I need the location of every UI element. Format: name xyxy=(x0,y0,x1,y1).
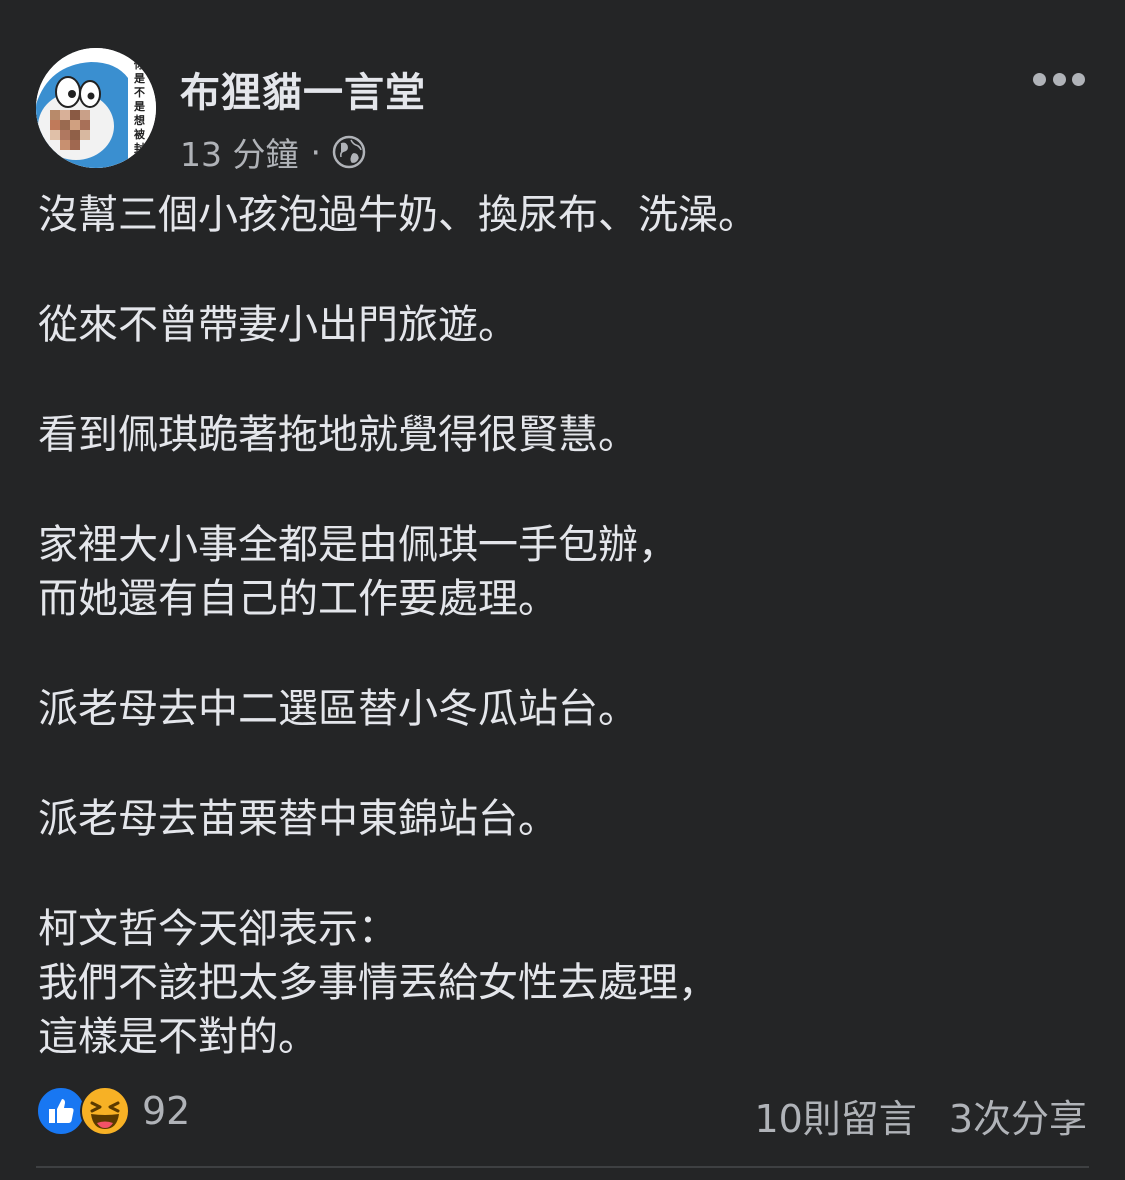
post-paragraph: 看到佩琪跪著拖地就覺得很賢慧。 xyxy=(38,408,1088,462)
svg-text:鎖: 鎖 xyxy=(134,155,146,168)
post-text: 沒幫三個小孩泡過牛奶、換尿布、洗澡。 從來不曾帶妻小出門旅遊。看到佩琪跪著拖地就覺… xyxy=(38,188,1088,1120)
post-timestamp[interactable]: 13 分鐘 xyxy=(180,128,298,176)
post-paragraph: 沒幫三個小孩泡過牛奶、換尿布、洗澡。 xyxy=(38,188,1088,242)
more-dot-icon xyxy=(1033,72,1046,86)
post-line: 看到佩琪跪著拖地就覺得很賢慧。 xyxy=(38,412,638,458)
post-paragraph: 家裡大小事全都是由佩琪一手包辦， 而她還有自己的工作要處理。 xyxy=(38,518,1088,626)
svg-text:是: 是 xyxy=(133,100,146,113)
post-paragraph: 從來不曾帶妻小出門旅遊。 xyxy=(38,298,1088,352)
post-line: 柯文哲今天卻表示： xyxy=(38,906,398,952)
post-line: 這樣是不對的。 xyxy=(38,1014,318,1060)
svg-text:被: 被 xyxy=(134,127,146,141)
more-dot-icon xyxy=(1072,72,1085,86)
post-line: 派老母去苗栗替中東錦站台。 xyxy=(38,796,558,842)
svg-text:想: 想 xyxy=(133,113,145,127)
page-name[interactable]: 布狸貓一言堂 xyxy=(180,60,426,118)
post-paragraph: 柯文哲今天卻表示： 我們不該把太多事情丟給女性去處理， 這樣是不對的。 xyxy=(38,902,1088,1064)
post-line: 家裡大小事全都是由佩琪一手包辦， xyxy=(38,522,678,568)
page-avatar[interactable]: 你 是 不 是 想 被 封 鎖 xyxy=(36,48,156,168)
svg-text:封: 封 xyxy=(134,141,145,155)
svg-text:不: 不 xyxy=(134,86,145,99)
svg-text:你: 你 xyxy=(133,57,145,71)
doraemon-avatar-image: 你 是 不 是 想 被 封 鎖 xyxy=(36,48,156,168)
reaction-count: 92 xyxy=(142,1089,191,1133)
meta-separator: · xyxy=(310,132,321,172)
post-line: 從來不曾帶妻小出門旅遊。 xyxy=(38,302,518,348)
post-line: 我們不該把太多事情丟給女性去處理， xyxy=(38,960,718,1006)
comments-count-link[interactable]: 10則留言 xyxy=(754,1088,916,1143)
haha-icon xyxy=(80,1086,130,1136)
post-paragraph: 派老母去中二選區替小冬瓜站台。 xyxy=(38,682,1088,736)
more-options-button[interactable] xyxy=(1033,66,1085,92)
footer-divider xyxy=(36,1166,1089,1168)
post-line: 而她還有自己的工作要處理。 xyxy=(38,576,558,622)
like-icon xyxy=(36,1086,86,1136)
engagement-stats: 10則留言 3次分享 xyxy=(754,1088,1087,1143)
post-line: 派老母去中二選區替小冬瓜站台。 xyxy=(38,686,638,732)
shares-count-link[interactable]: 3次分享 xyxy=(949,1088,1087,1143)
post-meta: 13 分鐘 · xyxy=(180,128,367,176)
post-paragraph: 派老母去苗栗替中東錦站台。 xyxy=(38,792,1088,846)
reactions-summary[interactable]: 92 xyxy=(36,1086,190,1136)
post-line: 沒幫三個小孩泡過牛奶、換尿布、洗澡。 xyxy=(38,192,758,238)
more-dot-icon xyxy=(1052,72,1066,86)
globe-icon xyxy=(332,135,366,169)
svg-text:是: 是 xyxy=(133,72,146,85)
